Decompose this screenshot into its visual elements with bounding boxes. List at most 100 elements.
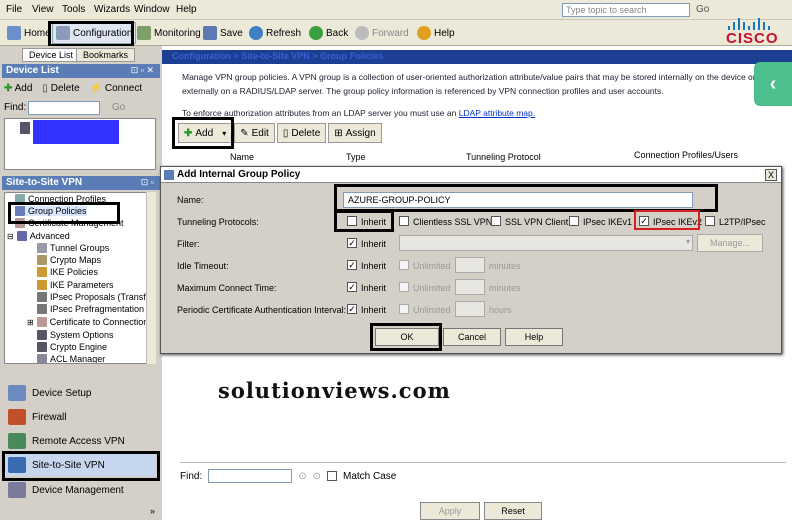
find-prev-icon[interactable]: ⊙ <box>313 471 321 482</box>
tree-item-ipsec-prefragmentation[interactable]: IPsec Prefragmentation P <box>37 304 153 314</box>
monitoring-button[interactable]: Monitoring <box>134 22 204 44</box>
device-add-button[interactable]: ✚ Add <box>4 83 32 94</box>
maxconn-minutes-label: minutes <box>489 283 521 293</box>
back-button[interactable]: Back <box>306 22 351 44</box>
l2tp-ipsec-checkbox[interactable] <box>705 216 715 226</box>
ldap-note: To enforce authorization attributes from… <box>182 108 536 118</box>
maxconn-inherit-checkbox[interactable]: ✓ <box>347 282 357 292</box>
save-button[interactable]: Save <box>200 22 246 44</box>
tree-item-tunnel-groups[interactable]: Tunnel Groups <box>37 243 109 253</box>
menu-view[interactable]: View <box>32 4 54 15</box>
filter-select[interactable]: ▾ <box>399 235 693 251</box>
help-button[interactable]: Help <box>414 22 458 44</box>
tree-item-ipsec-proposals[interactable]: IPsec Proposals (Transfo <box>37 292 151 302</box>
nav-firewall[interactable]: Firewall <box>4 406 156 428</box>
device-find-label: Find: <box>4 102 27 113</box>
reset-button[interactable]: Reset <box>484 502 542 520</box>
menu-window[interactable]: Window <box>134 4 170 15</box>
acl-manager-icon <box>37 354 47 363</box>
tunneling-protocols-label: Tunneling Protocols: <box>177 217 259 227</box>
edit-icon: ✎ <box>240 127 249 139</box>
manage-button[interactable]: Manage... <box>697 234 763 252</box>
edit-policy-button[interactable]: ✎ Edit <box>234 123 275 143</box>
device-setup-icon <box>8 385 26 401</box>
nav-device-setup[interactable]: Device Setup <box>4 382 156 404</box>
help-icon <box>417 26 431 40</box>
clientless-ssl-vpn-checkbox[interactable] <box>399 216 409 226</box>
column-header-tunneling-protocol[interactable]: Tunneling Protocol <box>466 152 541 166</box>
tree-item-system-options[interactable]: System Options <box>37 330 114 340</box>
dialog-close-button[interactable]: X <box>765 169 777 181</box>
tree-scrollbar[interactable] <box>146 192 156 364</box>
more-icon[interactable]: » <box>150 506 155 516</box>
column-header-type[interactable]: Type <box>346 152 366 166</box>
advanced-icon <box>16 231 27 241</box>
device-find-input[interactable] <box>28 101 100 115</box>
column-header-connection-profiles[interactable]: Connection Profiles/Users <box>634 150 738 164</box>
dialog-help-button[interactable]: Help <box>505 328 563 346</box>
table-find-input[interactable] <box>208 469 293 483</box>
periodic-unlimited-checkbox[interactable] <box>399 304 409 314</box>
column-header-name[interactable]: Name <box>230 152 254 166</box>
description-line-1: Manage VPN group policies. A VPN group i… <box>182 72 756 82</box>
side-panel-toggle[interactable]: ‹ <box>754 62 792 106</box>
tree-item-advanced[interactable]: ⊟ Advanced <box>7 231 70 241</box>
device-list-item-selected[interactable] <box>33 120 119 144</box>
crypto-maps-icon <box>37 255 47 265</box>
nav-remote-access-vpn[interactable]: Remote Access VPN <box>4 430 156 452</box>
match-case-checkbox[interactable] <box>327 471 338 481</box>
cancel-button[interactable]: Cancel <box>443 328 501 346</box>
home-icon <box>7 26 21 40</box>
idle-timeout-label: Idle Timeout: <box>177 261 229 271</box>
chevron-left-icon: ‹ <box>769 72 777 95</box>
ldap-attribute-map-link[interactable]: LDAP attribute map. <box>459 108 535 118</box>
ipsec-ikev1-checkbox[interactable] <box>569 216 579 226</box>
tab-device-list[interactable]: Device List <box>22 48 81 62</box>
device-delete-button[interactable]: ▯ Delete <box>42 83 79 94</box>
idle-inherit-checkbox[interactable]: ✓ <box>347 260 357 270</box>
device-list-header: Device List ⊡ ▫ ✕ <box>2 64 160 78</box>
tree-item-certificate-to-connection[interactable]: ⊞ Certificate to Connection <box>27 317 148 327</box>
device-connect-button[interactable]: ⚡ Connect <box>90 83 142 94</box>
ssl-vpn-client-checkbox[interactable] <box>491 216 501 226</box>
tree-item-ike-policies[interactable]: IKE Policies <box>37 267 98 277</box>
collapse-icon: ⊟ <box>7 231 14 241</box>
ikev2-highlight <box>634 210 700 230</box>
tree-item-crypto-maps[interactable]: Crypto Maps <box>37 255 101 265</box>
delete-policy-button[interactable]: ▯ Delete <box>276 123 327 143</box>
tree-item-ike-parameters[interactable]: IKE Parameters <box>37 280 114 290</box>
device-find-go-button[interactable]: Go <box>112 102 125 113</box>
menu-file[interactable]: File <box>6 4 22 15</box>
maxconn-unlimited-checkbox[interactable] <box>399 282 409 292</box>
panel-controls-icon[interactable]: ⊡ ▫ ✕ <box>131 65 154 76</box>
key-icon <box>37 267 47 277</box>
idle-unlimited-checkbox[interactable] <box>399 260 409 270</box>
tree-item-acl-manager[interactable]: ACL Manager <box>37 354 105 363</box>
tree-item-crypto-engine[interactable]: Crypto Engine <box>37 342 107 352</box>
idle-minutes-label: minutes <box>489 261 521 271</box>
help-search-input[interactable]: Type topic to search <box>562 3 690 17</box>
idle-timeout-input[interactable] <box>455 257 485 273</box>
panel-controls-icon[interactable]: ⊡ ▫ <box>141 177 154 188</box>
max-connect-time-input[interactable] <box>455 279 485 295</box>
refresh-button[interactable]: Refresh <box>246 22 304 44</box>
forward-button[interactable]: Forward <box>352 22 412 44</box>
help-search-go-button[interactable]: Go <box>696 4 709 15</box>
home-button[interactable]: Home <box>4 22 54 44</box>
menu-wizards[interactable]: Wizards <box>94 4 130 15</box>
assign-policy-button[interactable]: ⊞ Assign <box>328 123 382 143</box>
description-line-2: externally on a RADIUS/LDAP server. The … <box>182 86 664 96</box>
filter-inherit-checkbox[interactable]: ✓ <box>347 238 357 248</box>
apply-button[interactable]: Apply <box>420 502 480 520</box>
filter-label: Filter: <box>177 239 200 249</box>
tab-bookmarks[interactable]: Bookmarks <box>76 48 136 62</box>
periodic-inherit-checkbox[interactable]: ✓ <box>347 304 357 314</box>
menu-tools[interactable]: Tools <box>62 4 85 15</box>
site-to-site-nav-highlight <box>2 451 160 481</box>
add-button-highlight <box>172 117 234 149</box>
periodic-hours-label: hours <box>489 305 512 315</box>
menu-help[interactable]: Help <box>176 4 197 15</box>
periodic-interval-input[interactable] <box>455 301 485 317</box>
nav-device-management[interactable]: Device Management <box>4 479 156 501</box>
find-next-icon[interactable]: ⊙ <box>298 471 306 482</box>
